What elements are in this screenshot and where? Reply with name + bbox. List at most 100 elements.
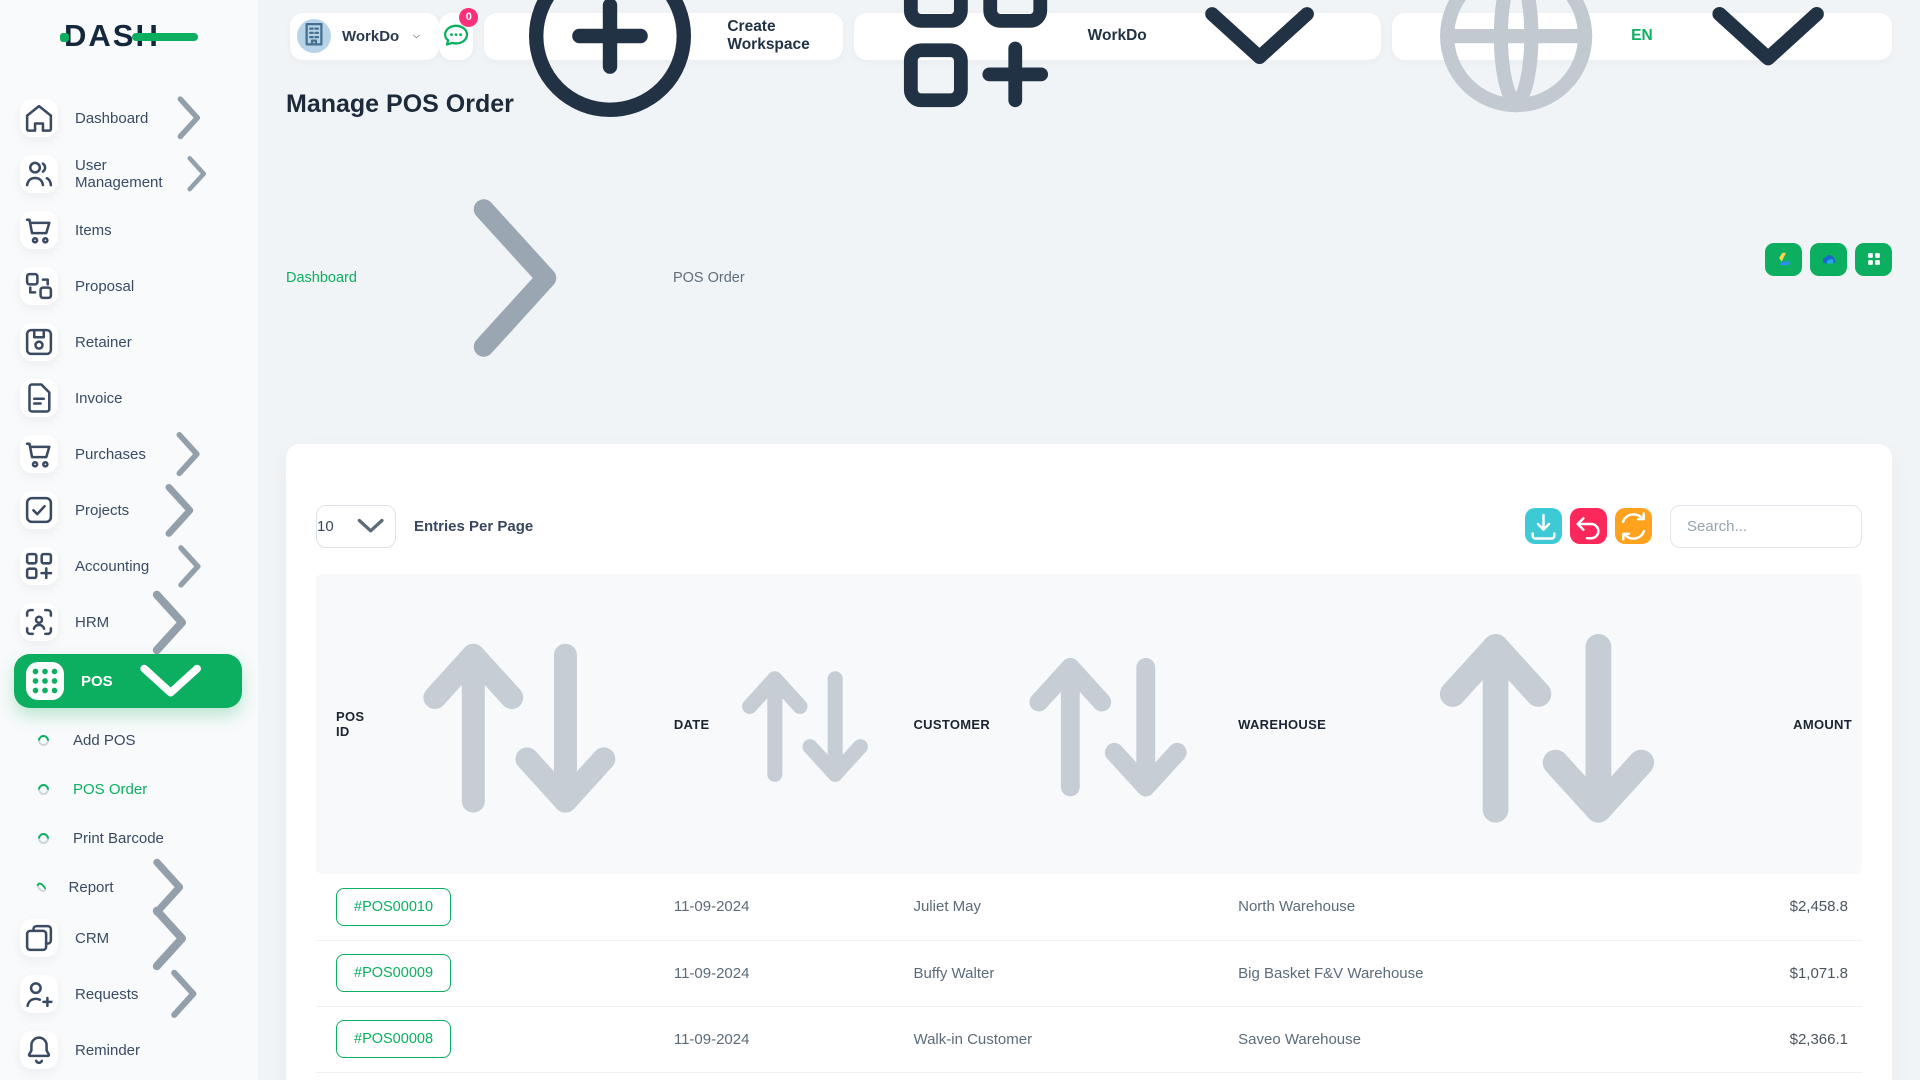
column-header-amount[interactable]: AMOUNT [1707,574,1862,874]
sidebar-item-label: Projects [75,502,129,519]
workspace-name: WorkDo [342,28,399,45]
header-action-grid[interactable] [1855,243,1892,276]
language-label: EN [1631,27,1653,45]
transform-icon [20,267,58,305]
sidebar-item-label: CRM [75,930,109,947]
dots-grid-icon [26,662,64,700]
logo-area: DASH [0,0,258,72]
pos-order-table: POS IDDATECUSTOMER WAREHOUSE AMOUNT #POS00… [316,574,1862,1080]
sidebar-item-pos[interactable]: POS [14,654,242,708]
users-icon [20,155,58,193]
workspace-avatar [297,19,331,53]
cell-customer: Juliet May [903,874,1228,940]
bullet-icon [35,881,47,893]
cell-date: 11-09-2024 [664,1006,904,1072]
page-heading-block: Manage POS Order Dashboard POS Order [286,90,745,428]
entries-per-page-select[interactable]: 10 [316,505,396,548]
cell-date: 11-09-2024 [664,874,904,940]
pos-id-badge[interactable]: #POS00010 [336,888,451,926]
sidebar-subitem-pos-order[interactable]: POS Order [20,767,240,811]
sidebar-item-label: Reminder [75,1042,140,1059]
undo-icon [1570,508,1607,545]
workspace-selector[interactable]: WorkDo [290,13,439,60]
column-header-pos-id[interactable]: POS ID [316,574,664,874]
save-icon [20,323,58,361]
header-actions [1765,243,1892,276]
toolbar-left: 10 Entries Per Page [316,505,533,548]
cell-pos-id: #POS00010 [316,874,664,940]
create-workspace-label: Create Workspace [727,18,824,54]
sidebar-item-items[interactable]: Items [20,206,240,254]
file-icon [20,379,58,417]
header-action-google-drive[interactable] [1765,243,1802,276]
pos-id-badge[interactable]: #POS00009 [336,954,451,992]
table-row: #POS00010 11-09-2024Juliet MayNorth Wareh… [316,874,1862,940]
sort-icon [998,614,1218,834]
sidebar-subitem-label: Add POS [73,732,136,749]
chevron-down-icon [346,501,395,550]
cell-amount: $2,458.8 [1707,874,1862,940]
sidebar-nav: Dashboard User Management Items Proposal Ret… [0,94,258,1074]
column-label: AMOUNT [1793,717,1852,732]
google-drive-icon [1774,249,1794,269]
undo-button[interactable] [1570,508,1607,544]
pos-id-badge[interactable]: #POS00008 [336,1020,451,1058]
entries-label: Entries Per Page [414,518,533,535]
scan-user-icon [20,603,58,641]
sidebar-item-user-management[interactable]: User Management [20,150,240,198]
refresh-icon [1615,508,1652,545]
cart-icon [20,211,58,249]
sidebar-item-label: HRM [75,614,109,631]
sidebar-item-label: Proposal [75,278,134,295]
cell-amount: $1,247.5 [1707,1072,1862,1080]
cell-warehouse: North Warehouse [1228,1072,1707,1080]
cell-amount: $1,071.8 [1707,940,1862,1006]
breadcrumb-dashboard-link[interactable]: Dashboard [286,270,357,286]
refresh-button[interactable] [1615,508,1652,544]
column-header-inner: CUSTOMER [913,614,1218,834]
sidebar-item-label: Requests [75,986,138,1003]
page-title: Manage POS Order [286,90,745,119]
bullet-icon [36,732,52,748]
sort-icon [717,636,893,812]
sidebar-item-label: User Management [75,157,163,191]
cell-date: 11-09-2024 [664,940,904,1006]
workdo-menu-button[interactable]: WorkDo [854,13,1381,60]
messages-button[interactable]: 0 [439,13,473,60]
table-header: POS IDDATECUSTOMER WAREHOUSE AMOUNT [316,574,1862,874]
topbar: WorkDo 0 Create Workspace WorkDo EN [258,0,1920,72]
sidebar-item-dashboard[interactable]: Dashboard [20,94,240,142]
column-header-inner: WAREHOUSE [1238,574,1697,874]
column-header-inner: POS ID [336,590,654,859]
column-label: WAREHOUSE [1238,717,1326,732]
column-header-date[interactable]: DATE [664,574,904,874]
sidebar-item-proposal[interactable]: Proposal [20,262,240,310]
cell-amount: $2,366.1 [1707,1006,1862,1072]
workdo-menu-label: WorkDo [1088,27,1147,45]
home-icon [20,99,58,137]
language-selector[interactable]: EN [1392,13,1892,60]
chevron-right-icon [163,140,230,207]
column-header-inner: AMOUNT [1717,717,1852,732]
grid-icon [1864,249,1884,269]
bullet-icon [36,781,52,797]
messages-badge: 0 [459,8,478,27]
toolbar-right [1525,505,1862,548]
column-header-customer[interactable]: CUSTOMER [903,574,1228,874]
sidebar-item-retainer[interactable]: Retainer [20,318,240,366]
cell-warehouse: Big Basket F&V Warehouse [1228,940,1707,1006]
sort-icon [385,590,654,859]
app-root: DASH WorkDo 0 Create Workspace WorkDo [0,0,1920,1080]
pos-order-card: 10 Entries Per Page POS IDDATECU [286,444,1892,1080]
export-download-button[interactable] [1525,508,1562,544]
search-input[interactable] [1670,505,1862,548]
column-header-warehouse[interactable]: WAREHOUSE [1228,574,1707,874]
app-logo[interactable]: DASH [64,18,160,54]
entries-value: 10 [317,518,334,535]
table-row: #POS0000711-09-2024Walk-in CustomerNorth… [316,1072,1862,1080]
sidebar: Dashboard User Management Items Proposal Ret… [0,72,258,1080]
create-workspace-button[interactable]: Create Workspace [484,13,842,60]
user-plus-icon [20,975,58,1013]
header-action-onedrive[interactable] [1810,243,1847,276]
cell-warehouse: North Warehouse [1228,874,1707,940]
